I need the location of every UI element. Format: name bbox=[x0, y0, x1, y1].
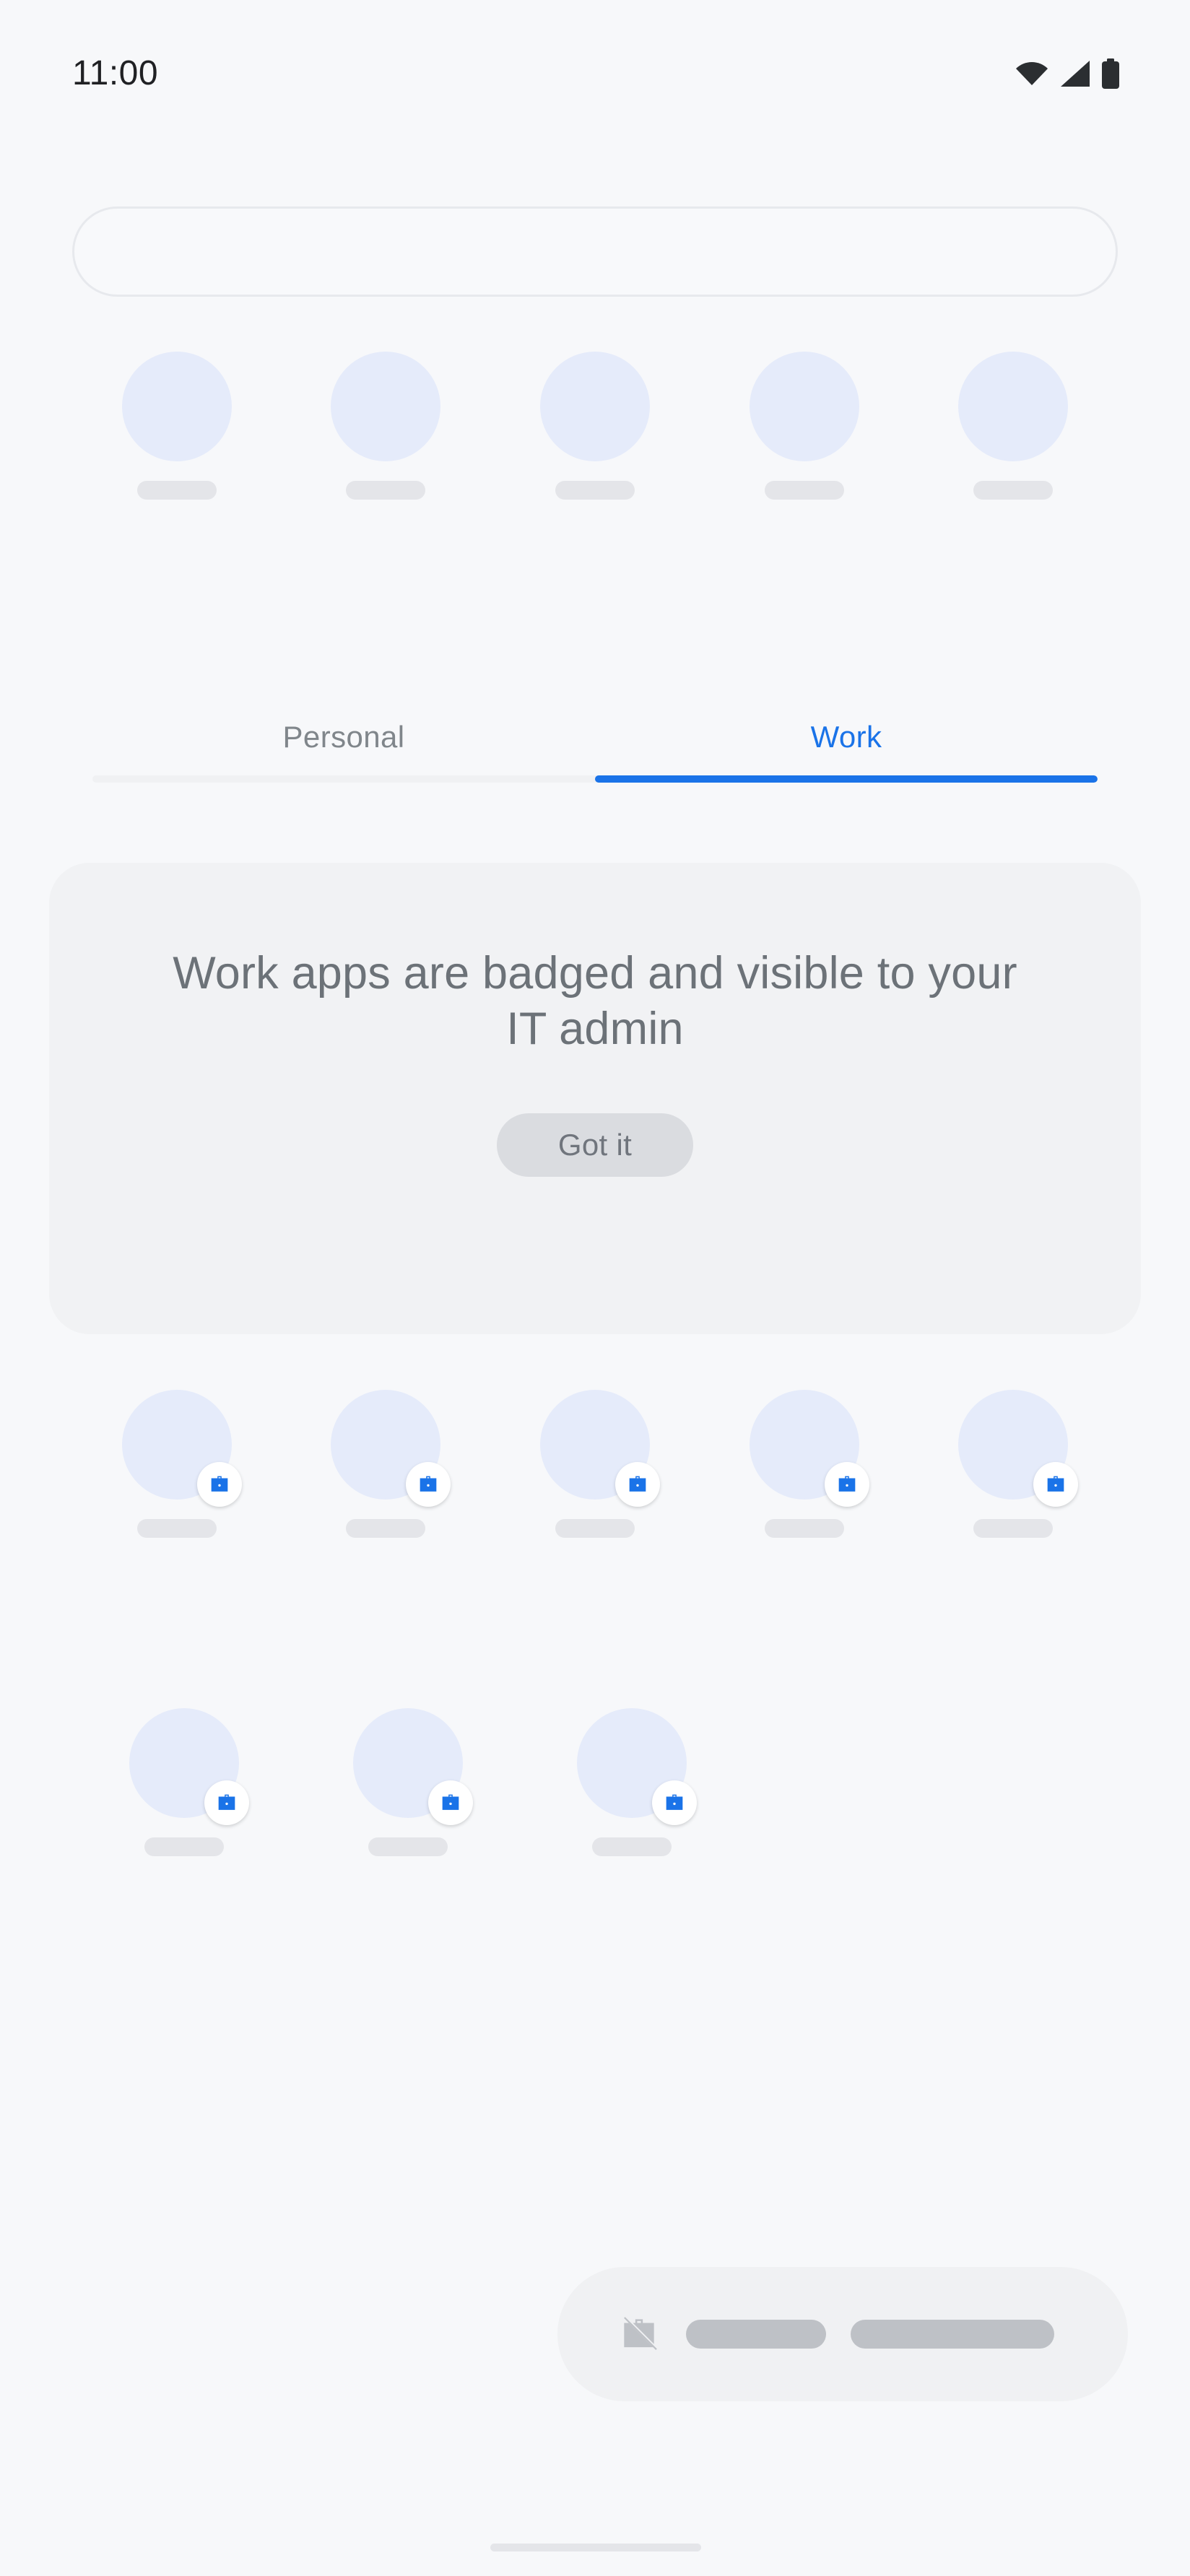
suggested-apps-row bbox=[72, 352, 1118, 500]
work-app-item[interactable] bbox=[908, 1390, 1118, 1538]
app-icon-wrap bbox=[958, 352, 1069, 461]
app-icon-wrap bbox=[577, 1708, 697, 1825]
app-icon-placeholder bbox=[958, 352, 1069, 461]
app-label-placeholder bbox=[136, 481, 217, 500]
work-app-item[interactable] bbox=[490, 1390, 700, 1538]
app-label-placeholder bbox=[144, 1837, 224, 1856]
phone-screen: 11:00 Personal Work Work apps are badged… bbox=[0, 0, 1190, 2576]
status-icons bbox=[1015, 58, 1121, 89]
app-icon-wrap bbox=[331, 352, 441, 461]
app-item[interactable] bbox=[908, 352, 1118, 500]
briefcase-icon bbox=[406, 1462, 451, 1507]
app-label-placeholder bbox=[346, 481, 426, 500]
work-app-item[interactable] bbox=[72, 1390, 282, 1538]
briefcase-icon bbox=[196, 1462, 242, 1507]
app-icon-placeholder bbox=[121, 352, 232, 461]
tab-active-indicator bbox=[595, 775, 1098, 783]
app-item[interactable] bbox=[282, 352, 491, 500]
app-icon-placeholder bbox=[749, 352, 859, 461]
tab-labels: Personal Work bbox=[92, 699, 1098, 775]
app-icon-wrap bbox=[121, 1390, 242, 1507]
app-icon-placeholder bbox=[539, 352, 650, 461]
info-card-title: Work apps are badged and visible to your… bbox=[173, 948, 1017, 1054]
app-icon-wrap bbox=[539, 352, 650, 461]
search-input[interactable] bbox=[72, 206, 1118, 297]
app-icon-placeholder bbox=[331, 352, 441, 461]
home-indicator[interactable] bbox=[490, 2544, 701, 2551]
app-icon-wrap bbox=[539, 1390, 660, 1507]
app-label-placeholder bbox=[368, 1837, 448, 1856]
app-icon-wrap bbox=[958, 1390, 1079, 1507]
work-app-item[interactable] bbox=[520, 1708, 744, 1856]
briefcase-icon bbox=[428, 1780, 473, 1825]
app-icon-wrap bbox=[331, 1390, 451, 1507]
app-label-placeholder bbox=[136, 1519, 217, 1538]
status-bar: 11:00 bbox=[0, 0, 1190, 126]
app-icon-wrap bbox=[353, 1708, 473, 1825]
work-app-item[interactable] bbox=[282, 1390, 491, 1538]
taskbar-pill-short[interactable] bbox=[686, 2320, 826, 2349]
work-apps-row-2 bbox=[72, 1708, 1118, 1856]
work-apps-off-icon[interactable] bbox=[617, 2312, 661, 2357]
app-item[interactable] bbox=[72, 352, 282, 500]
status-time: 11:00 bbox=[72, 54, 159, 92]
work-app-item[interactable] bbox=[296, 1708, 520, 1856]
briefcase-icon bbox=[204, 1780, 249, 1825]
battery-icon bbox=[1100, 58, 1121, 89]
app-label-placeholder bbox=[555, 1519, 635, 1538]
briefcase-icon bbox=[614, 1462, 660, 1507]
tab-work[interactable]: Work bbox=[595, 699, 1098, 775]
wifi-icon bbox=[1015, 61, 1048, 87]
work-apps-row-1 bbox=[72, 1390, 1118, 1538]
app-label-placeholder bbox=[973, 1519, 1054, 1538]
cellular-signal-icon bbox=[1059, 60, 1090, 87]
app-icon-wrap bbox=[121, 352, 232, 461]
app-label-placeholder bbox=[555, 481, 635, 500]
tab-track bbox=[92, 775, 1098, 783]
app-item[interactable] bbox=[700, 352, 909, 500]
briefcase-icon bbox=[1033, 1462, 1079, 1507]
app-label-placeholder bbox=[346, 1519, 426, 1538]
briefcase-icon bbox=[652, 1780, 697, 1825]
app-label-placeholder bbox=[973, 481, 1054, 500]
briefcase-icon bbox=[824, 1462, 869, 1507]
work-profile-taskbar bbox=[557, 2267, 1128, 2401]
app-label-placeholder bbox=[764, 1519, 844, 1538]
app-icon-wrap bbox=[749, 1390, 869, 1507]
work-app-item[interactable] bbox=[72, 1708, 296, 1856]
profile-tabs: Personal Work bbox=[92, 699, 1098, 800]
app-icon-wrap bbox=[129, 1708, 249, 1825]
work-app-item[interactable] bbox=[700, 1390, 909, 1538]
work-profile-info-card: Work apps are badged and visible to your… bbox=[49, 863, 1141, 1334]
taskbar-pill-long[interactable] bbox=[851, 2320, 1054, 2349]
app-label-placeholder bbox=[592, 1837, 672, 1856]
app-icon-wrap bbox=[749, 352, 859, 461]
tab-personal[interactable]: Personal bbox=[92, 699, 595, 775]
got-it-button[interactable]: Got it bbox=[497, 1113, 693, 1177]
app-item[interactable] bbox=[490, 352, 700, 500]
app-label-placeholder bbox=[764, 481, 844, 500]
